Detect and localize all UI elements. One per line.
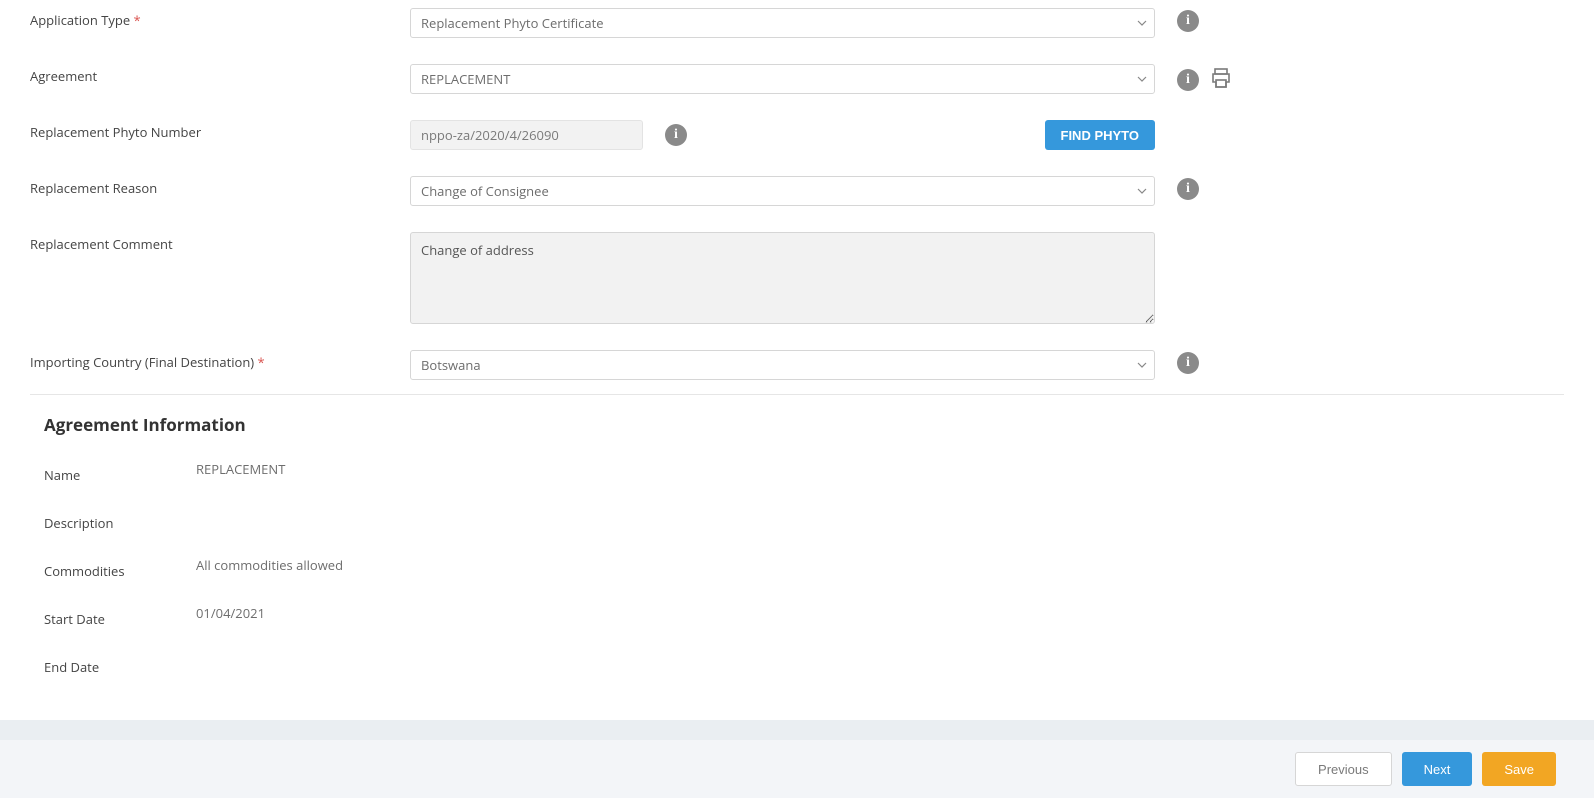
application-type-label: Application Type * bbox=[30, 8, 410, 29]
replacement-reason-label: Replacement Reason bbox=[30, 176, 410, 197]
next-button[interactable]: Next bbox=[1402, 752, 1473, 786]
info-icon[interactable]: i bbox=[1177, 10, 1199, 32]
importing-country-select[interactable]: Botswana bbox=[410, 350, 1155, 380]
info-value-start-date: 01/04/2021 bbox=[196, 604, 265, 628]
importing-country-label: Importing Country (Final Destination) * bbox=[30, 350, 410, 371]
phyto-number-input: nppo-za/2020/4/26090 bbox=[410, 120, 643, 150]
info-icon[interactable]: i bbox=[665, 124, 687, 146]
save-button[interactable]: Save bbox=[1482, 752, 1556, 786]
footer-spacer bbox=[0, 720, 1594, 740]
agreement-label: Agreement bbox=[30, 64, 410, 85]
info-icon[interactable]: i bbox=[1177, 69, 1199, 91]
info-label-start-date: Start Date bbox=[44, 604, 196, 628]
info-value-commodities: All commodities allowed bbox=[196, 556, 343, 580]
replacement-reason-select[interactable]: Change of Consignee bbox=[410, 176, 1155, 206]
footer-bar: Previous Next Save bbox=[0, 740, 1594, 798]
print-icon[interactable] bbox=[1209, 66, 1233, 94]
info-label-commodities: Commodities bbox=[44, 556, 196, 580]
find-phyto-button[interactable]: FIND PHYTO bbox=[1045, 120, 1156, 150]
previous-button[interactable]: Previous bbox=[1295, 752, 1392, 786]
application-type-select[interactable]: Replacement Phyto Certificate bbox=[410, 8, 1155, 38]
agreement-select[interactable]: REPLACEMENT bbox=[410, 64, 1155, 94]
replacement-comment-textarea[interactable]: Change of address bbox=[410, 232, 1155, 324]
info-label-name: Name bbox=[44, 460, 196, 484]
section-divider bbox=[30, 394, 1564, 395]
info-icon[interactable]: i bbox=[1177, 178, 1199, 200]
agreement-info-title: Agreement Information bbox=[44, 413, 1564, 436]
info-icon[interactable]: i bbox=[1177, 352, 1199, 374]
info-value-name: REPLACEMENT bbox=[196, 460, 285, 484]
replacement-comment-label: Replacement Comment bbox=[30, 232, 410, 253]
info-label-end-date: End Date bbox=[44, 652, 196, 676]
info-label-description: Description bbox=[44, 508, 196, 532]
resize-handle-icon bbox=[1142, 311, 1152, 321]
phyto-number-label: Replacement Phyto Number bbox=[30, 120, 410, 141]
